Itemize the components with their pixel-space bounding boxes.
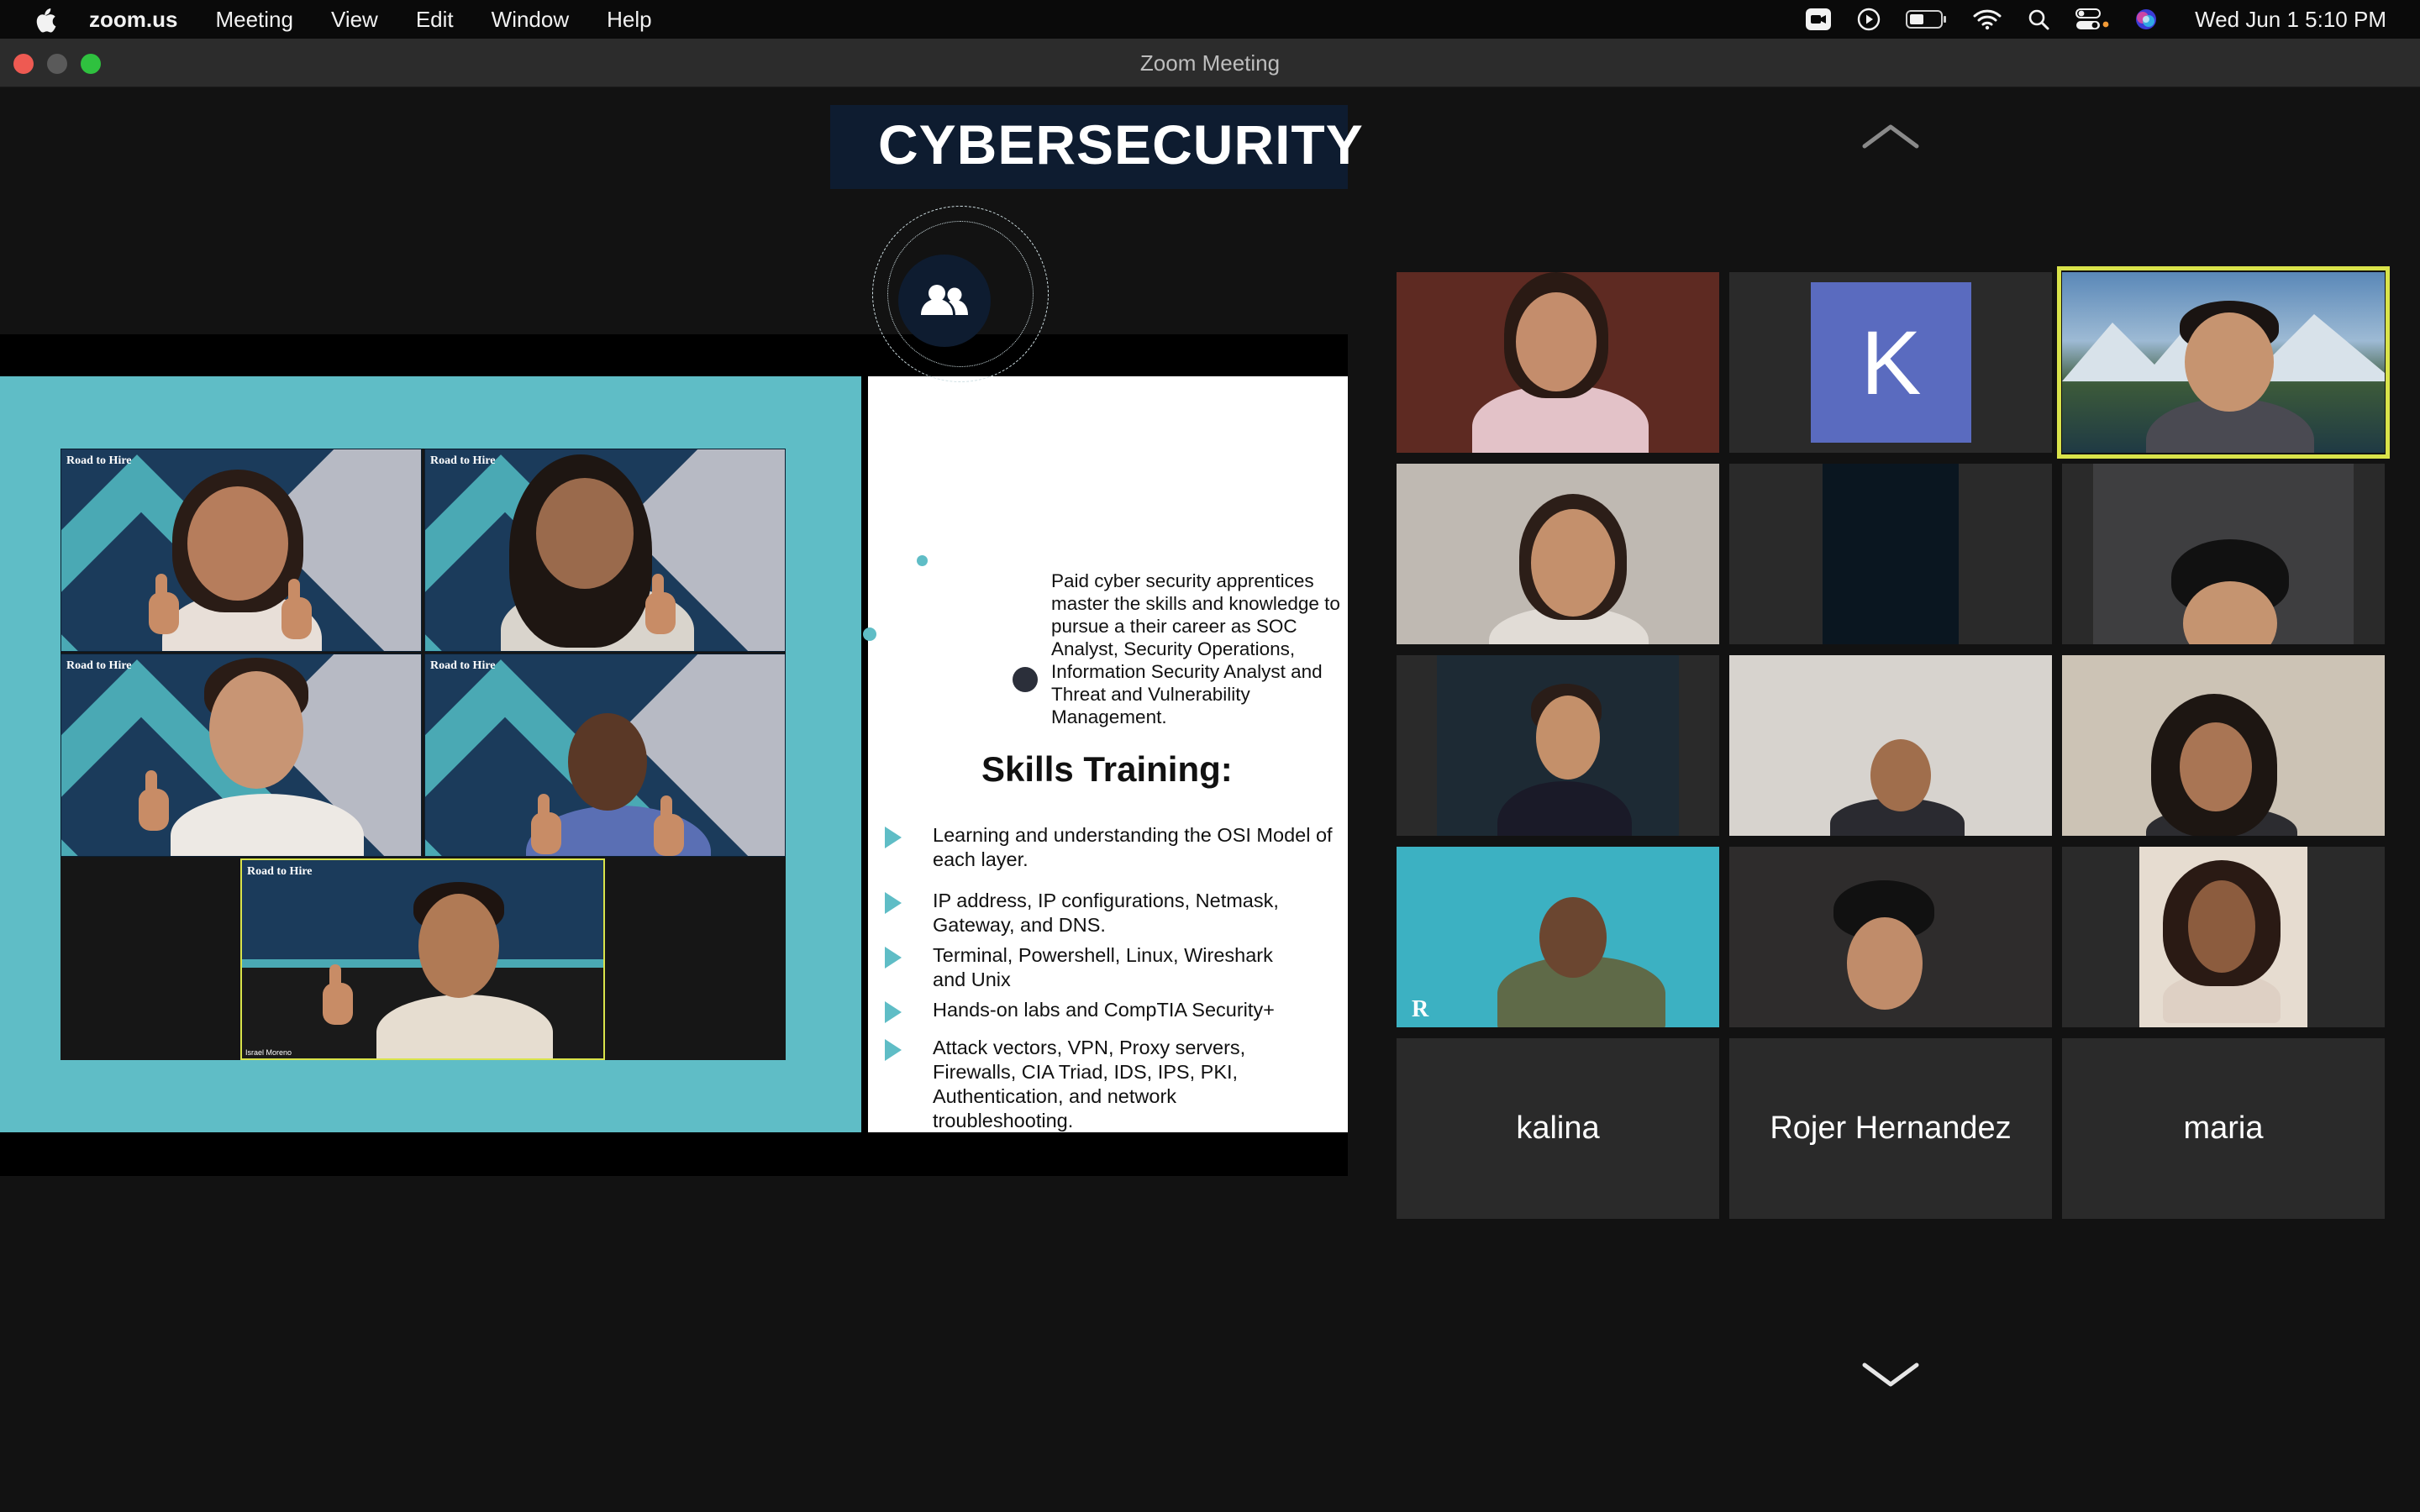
avatar: K: [1811, 282, 1971, 443]
wifi-icon[interactable]: [1973, 8, 2002, 30]
gallery-photo-presenter: Road to Hire Israel Moreno: [240, 858, 605, 1060]
zoom-status-icon[interactable]: [1805, 8, 1832, 31]
app-menu[interactable]: zoom.us: [89, 7, 177, 33]
menubar-clock[interactable]: Wed Jun 1 5:10 PM: [2195, 7, 2386, 33]
window-title-bar: Zoom Meeting: [0, 39, 2420, 87]
scroll-down-chevron-icon[interactable]: [1861, 1361, 1920, 1388]
participant-video-tile[interactable]: [1397, 272, 1719, 453]
participant-video-tile[interactable]: [2062, 655, 2385, 836]
road-to-hire-logo: Road to Hire: [430, 454, 496, 467]
background-logo-icon: R: [1412, 996, 1429, 1022]
spotlight-search-icon[interactable]: [2027, 8, 2050, 31]
participant-video-tile[interactable]: [1729, 655, 2052, 836]
road-to-hire-logo: Road to Hire: [66, 454, 132, 467]
bullet-arrow-icon: [885, 892, 902, 914]
decorative-dot: [1013, 667, 1038, 692]
gallery-photo: Road to Hire: [424, 654, 786, 857]
menu-bar: zoom.us Meeting View Edit Window Help We…: [0, 0, 2420, 39]
slide-gallery-image: Road to Hire Road to Hire Road to Hire R…: [60, 449, 786, 1060]
road-to-hire-logo: Road to Hire: [66, 659, 132, 672]
control-center-icon[interactable]: [2075, 8, 2109, 31]
decorative-dot: [863, 627, 876, 641]
participant-video-tile[interactable]: [1397, 464, 1719, 644]
bullet-arrow-icon: [885, 1039, 902, 1061]
participant-name-tile[interactable]: Rojer Hernandez: [1729, 1038, 2052, 1219]
slide-description: Paid cyber security apprentices master t…: [1051, 570, 1340, 727]
participant-video-tile[interactable]: [1729, 464, 2052, 644]
people-icon-badge: [898, 255, 991, 347]
play-icon[interactable]: [1857, 8, 1881, 31]
siri-icon[interactable]: [2134, 8, 2158, 31]
participant-video-tile[interactable]: [2062, 847, 2385, 1027]
participant-video-tile[interactable]: R: [1397, 847, 1719, 1027]
scroll-up-chevron-icon[interactable]: [1861, 123, 1920, 150]
menu-window[interactable]: Window: [492, 7, 569, 33]
slide-title: CYBERSECURITY: [878, 113, 1364, 176]
road-to-hire-logo: Road to Hire: [247, 865, 313, 878]
menu-meeting[interactable]: Meeting: [215, 7, 293, 33]
participant-avatar-tile[interactable]: K: [1729, 272, 2052, 453]
apple-icon[interactable]: [32, 7, 57, 34]
bullet-arrow-icon: [885, 827, 902, 848]
participant-name-tile[interactable]: kalina: [1397, 1038, 1719, 1219]
participant-video-tile[interactable]: [2062, 464, 2385, 644]
people-icon: [921, 285, 968, 315]
active-speaker-border: [2057, 266, 2390, 459]
bullet-arrow-icon: [885, 1001, 902, 1023]
participant-video-tile[interactable]: [1729, 847, 2052, 1027]
slide-left-panel: Road to Hire Road to Hire Road to Hire R…: [0, 376, 861, 1132]
participant-name: maria: [2183, 1110, 2264, 1146]
road-to-hire-logo: Road to Hire: [430, 659, 496, 672]
participant-name: Rojer Hernandez: [1770, 1110, 2012, 1146]
participant-video-tile[interactable]: [1397, 655, 1719, 836]
gallery-photo: Road to Hire: [60, 654, 422, 857]
window-title: Zoom Meeting: [1139, 50, 1281, 76]
gallery-photo: Road to Hire: [60, 449, 422, 652]
participant-name-tile[interactable]: maria: [2062, 1038, 2385, 1219]
menu-help[interactable]: Help: [607, 7, 651, 33]
bullet-arrow-icon: [885, 947, 902, 969]
decorative-dot: [917, 555, 928, 566]
gallery-photo: Road to Hire: [424, 449, 786, 652]
menu-view[interactable]: View: [331, 7, 378, 33]
status-area: Wed Jun 1 5:10 PM: [1780, 0, 2386, 39]
skills-heading: Skills Training:: [981, 749, 1233, 789]
battery-icon[interactable]: [1906, 9, 1948, 29]
presenter-name-tag: Israel Moreno: [245, 1048, 292, 1057]
menu-edit[interactable]: Edit: [416, 7, 454, 33]
participant-name: kalina: [1516, 1110, 1600, 1146]
